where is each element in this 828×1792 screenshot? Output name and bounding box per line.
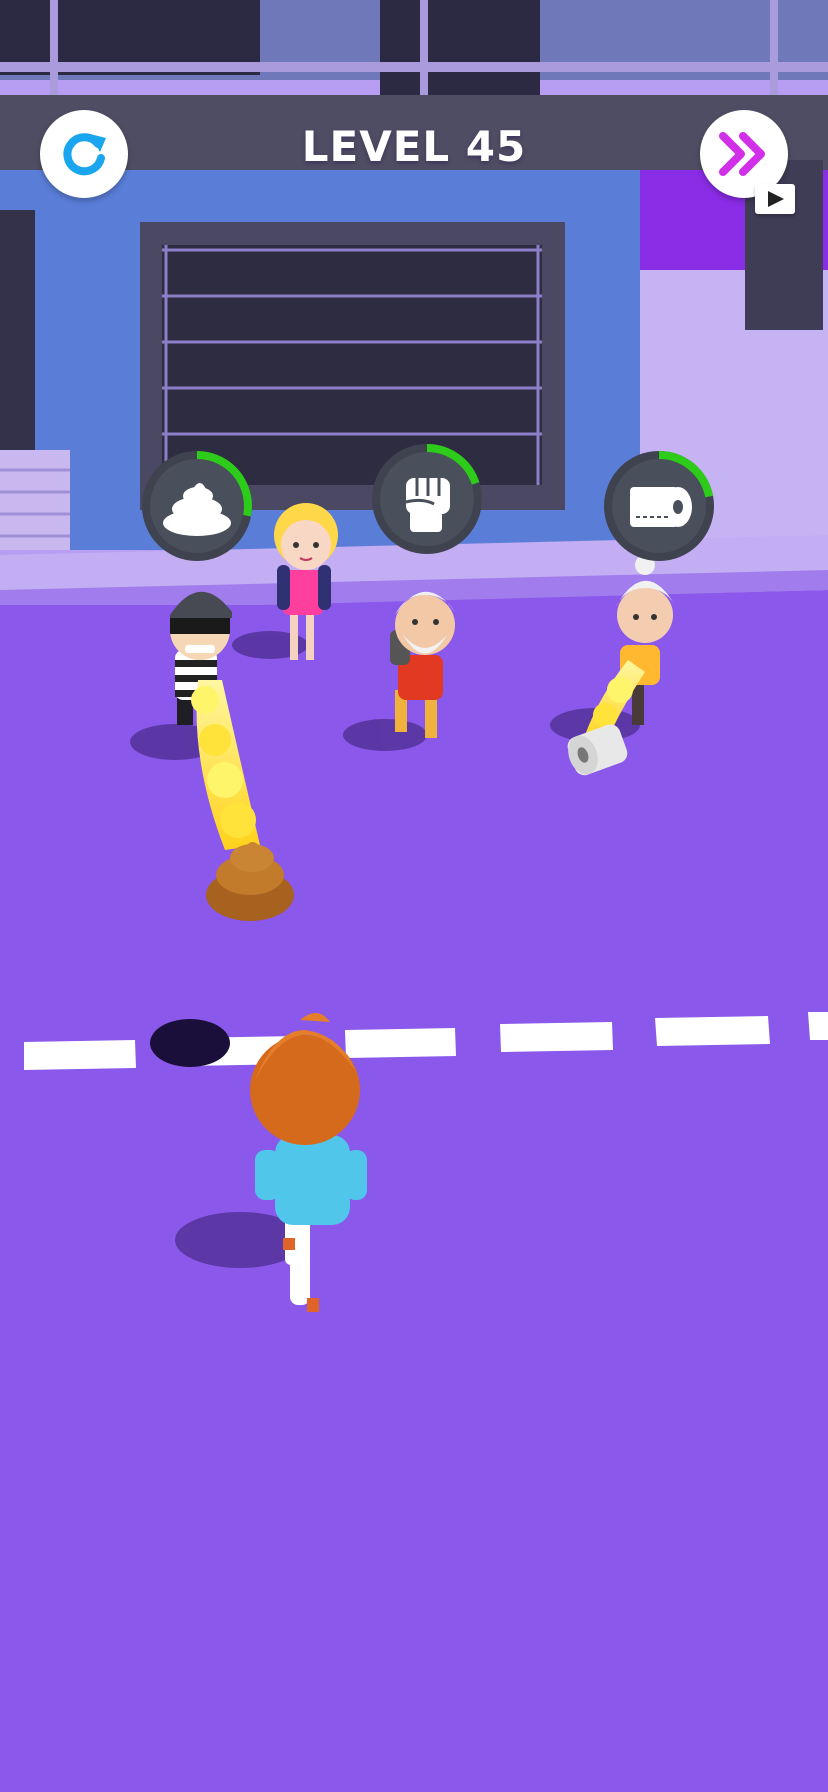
- toilet-paper-icon: [630, 487, 692, 527]
- road: [0, 605, 828, 1792]
- item-choice-poop[interactable]: [138, 447, 256, 565]
- game-scene: [0, 0, 828, 1792]
- item-choice-toilet-paper[interactable]: [600, 447, 718, 565]
- item-choice-fist[interactable]: [368, 440, 486, 558]
- double-chevron-right-icon: [719, 132, 765, 176]
- play-video-icon: [755, 184, 795, 214]
